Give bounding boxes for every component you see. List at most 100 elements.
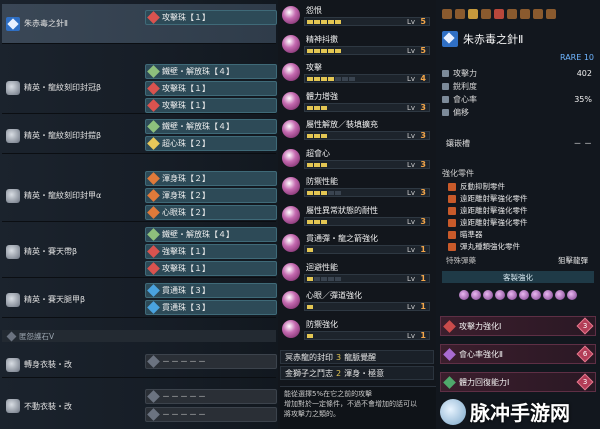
dragon-icon xyxy=(546,9,556,19)
equipment-row-waist[interactable]: 精英・賽天帶β 鐵壁・解放珠【４】 強擊珠【１】 攻擊珠【１】 xyxy=(2,226,277,278)
skill-row[interactable]: 心眼／彈道強化 Lv 1 xyxy=(280,288,434,315)
augment-row[interactable]: 體力回復能力Ⅰ 3 xyxy=(440,372,596,392)
skill-level-pips xyxy=(307,333,313,338)
decoration-slot-empty[interactable]: －－－－－ xyxy=(145,389,277,404)
stat-row-attack: 攻擊力 402 xyxy=(442,67,594,79)
decoration-slot[interactable]: 攻擊珠【１】 xyxy=(145,81,277,96)
equipment-row-legs[interactable]: 精英・賽天腿甲β 貫通珠【３】 貫通珠【３】 xyxy=(2,282,277,318)
augment-row[interactable]: 攻擊力強化Ⅰ 3 xyxy=(440,316,596,336)
set-bonus-row[interactable]: 金獅子之鬥志 2 渾身・極意 xyxy=(280,366,434,380)
mod-label: 遠距離射擊強化零件 xyxy=(460,218,528,227)
charm-icon xyxy=(6,331,17,341)
skill-icon xyxy=(282,6,300,24)
decoration-gem-icon xyxy=(147,189,160,202)
slots-value: － － xyxy=(573,138,592,148)
equipment-row-mantle-1[interactable]: 轉身衣裝・改 －－－－－ xyxy=(2,352,277,378)
decoration-slot[interactable]: 強擊珠【１】 xyxy=(145,244,277,259)
tooltip-line: 增加對於一定條件，不過不會增加的話可以 xyxy=(284,400,417,408)
mod-icon xyxy=(448,242,456,251)
decoration-slot[interactable]: 貫通珠【３】 xyxy=(145,283,277,298)
custom-augment-header: 客製強化 xyxy=(442,271,594,283)
charm-row[interactable]: 匿怨護石Ⅴ xyxy=(2,330,276,342)
decoration-gem-icon xyxy=(147,99,160,112)
stat-value: 402 xyxy=(576,68,592,78)
skill-level-pips xyxy=(307,305,313,309)
equipment-panel: 朱赤毒之針Ⅱ 攻擊珠【１】 精英・龍紋刻印封冠β 鐵壁・解放珠【４】 攻擊珠【１… xyxy=(0,0,278,429)
decoration-slot-empty[interactable]: －－－－－ xyxy=(145,407,277,422)
stat-row-sharpness: 銳利度 xyxy=(442,80,594,92)
equipment-row-chest[interactable]: 精英・龍紋刻印封鎧β 鐵壁・解放珠【４】 超心珠【２】 xyxy=(2,118,277,154)
skill-row[interactable]: 精神抖擻 Lv 5 xyxy=(280,32,434,59)
decoration-label: －－－－－ xyxy=(162,392,207,401)
decoration-label: 強擊珠【１】 xyxy=(162,247,210,256)
decoration-slot[interactable]: 攻擊珠【１】 xyxy=(145,10,277,25)
skill-name: 怨恨 xyxy=(306,6,322,15)
skill-row[interactable]: 防禦強化 Lv 1 xyxy=(280,317,434,344)
skill-level-label: Lv xyxy=(406,132,415,140)
skill-row[interactable]: 屬性異常狀態的耐性 Lv 3 xyxy=(280,203,434,230)
set-bonus-row[interactable]: 冥赤龍的封印 3 龍脈覺醒 xyxy=(280,350,434,364)
decoration-slot[interactable]: 攻擊珠【１】 xyxy=(145,98,277,113)
mod-label: 瞄準器 xyxy=(460,230,483,239)
decoration-slot[interactable]: 貫通珠【３】 xyxy=(145,300,277,315)
skill-level-label: Lv xyxy=(406,75,415,83)
custom-augment-label: 客製強化 xyxy=(503,272,533,282)
mod-row: 遠距離射擊強化零件 xyxy=(448,217,594,228)
thunder-icon xyxy=(520,9,530,19)
equipment-row-arms[interactable]: 精英・龍紋刻印封甲α 渾身珠【２】 渾身珠【２】 心眼珠【２】 xyxy=(2,170,277,222)
skill-row[interactable]: 體力增強 Lv 3 xyxy=(280,89,434,116)
skill-row[interactable]: 貫通彈・龍之箭強化 Lv 1 xyxy=(280,231,434,258)
decoration-slot[interactable]: 鐵壁・解放珠【４】 xyxy=(145,64,277,79)
mod-label: 彈丸種類強化零件 xyxy=(460,242,520,251)
augment-cost-badge: 3 xyxy=(576,373,594,391)
skill-level-label: Lv xyxy=(406,103,415,112)
skill-level-pip xyxy=(314,191,320,195)
equipment-row-head[interactable]: 精英・龍紋刻印封冠β 鐵壁・解放珠【４】 攻擊珠【１】 攻擊珠【１】 xyxy=(2,62,277,114)
decoration-slot-empty[interactable]: －－－－－ xyxy=(145,354,277,369)
skill-level-bar: Lv 3 xyxy=(304,188,430,197)
skill-name: 防禦強化 xyxy=(306,319,338,329)
mod-icon xyxy=(448,206,456,215)
skill-row[interactable]: 迴避性能 Lv 1 xyxy=(280,260,434,287)
skill-row[interactable]: 怨恨 Lv 5 xyxy=(280,3,434,30)
attack-augment-icon xyxy=(443,319,456,333)
decoration-label: －－－－－ xyxy=(162,410,207,419)
decoration-slot[interactable]: 渾身珠【２】 xyxy=(145,171,277,186)
mod-icon xyxy=(448,194,456,203)
skill-row[interactable]: 攻擊 Lv 4 xyxy=(280,60,434,87)
skill-row[interactable]: 屬性解放／裝填擴充 Lv 3 xyxy=(280,117,434,144)
skill-level-number: 1 xyxy=(420,273,426,283)
equipment-row-mantle-2[interactable]: 不動衣裝・改 －－－－－ －－－－－ xyxy=(2,386,277,426)
skill-level-pip xyxy=(321,276,327,281)
water-icon xyxy=(507,9,517,19)
armor-name: 精英・龍紋刻印封冠β xyxy=(24,83,102,92)
skill-level-number: 3 xyxy=(420,131,426,140)
augment-gem-icon xyxy=(483,290,493,300)
decoration-slot[interactable]: 鐵壁・解放珠【４】 xyxy=(145,227,277,242)
decoration-slot[interactable]: 渾身珠【２】 xyxy=(145,188,277,203)
skill-level-pip xyxy=(349,77,355,81)
decoration-slot[interactable]: 心眼珠【２】 xyxy=(145,205,277,220)
equipment-row-weapon[interactable]: 朱赤毒之針Ⅱ 攻擊珠【１】 xyxy=(2,4,277,44)
armor-name: 精英・賽天腿甲β xyxy=(24,295,86,304)
skill-icon xyxy=(282,148,300,167)
skill-row[interactable]: 防禦性能 Lv 3 xyxy=(280,174,434,201)
skill-name: 屬性解放／裝填擴充 xyxy=(306,120,378,129)
skill-row[interactable]: 超會心 Lv 3 xyxy=(280,146,434,173)
skill-level-label: Lv xyxy=(406,46,415,55)
decoration-gem-icon xyxy=(147,206,160,219)
skill-level-label: Lv xyxy=(406,274,415,283)
mods-label: 強化零件 xyxy=(442,169,474,178)
skill-level-pip xyxy=(328,276,334,281)
skill-level-pips xyxy=(307,162,327,167)
skill-level-pip xyxy=(335,276,341,281)
skill-level-pip xyxy=(321,48,327,53)
skill-level-bar: Lv 5 xyxy=(304,45,430,55)
skill-level-pip xyxy=(328,48,334,53)
decoration-slot[interactable]: 超心珠【２】 xyxy=(145,136,277,151)
stat-row-deviation: 偏移 xyxy=(442,106,594,118)
skill-level-pips xyxy=(307,77,355,81)
decoration-slot[interactable]: 攻擊珠【１】 xyxy=(145,261,277,276)
decoration-slot[interactable]: 鐵壁・解放珠【４】 xyxy=(145,119,277,134)
augment-row[interactable]: 會心率強化Ⅱ 6 xyxy=(440,344,596,364)
